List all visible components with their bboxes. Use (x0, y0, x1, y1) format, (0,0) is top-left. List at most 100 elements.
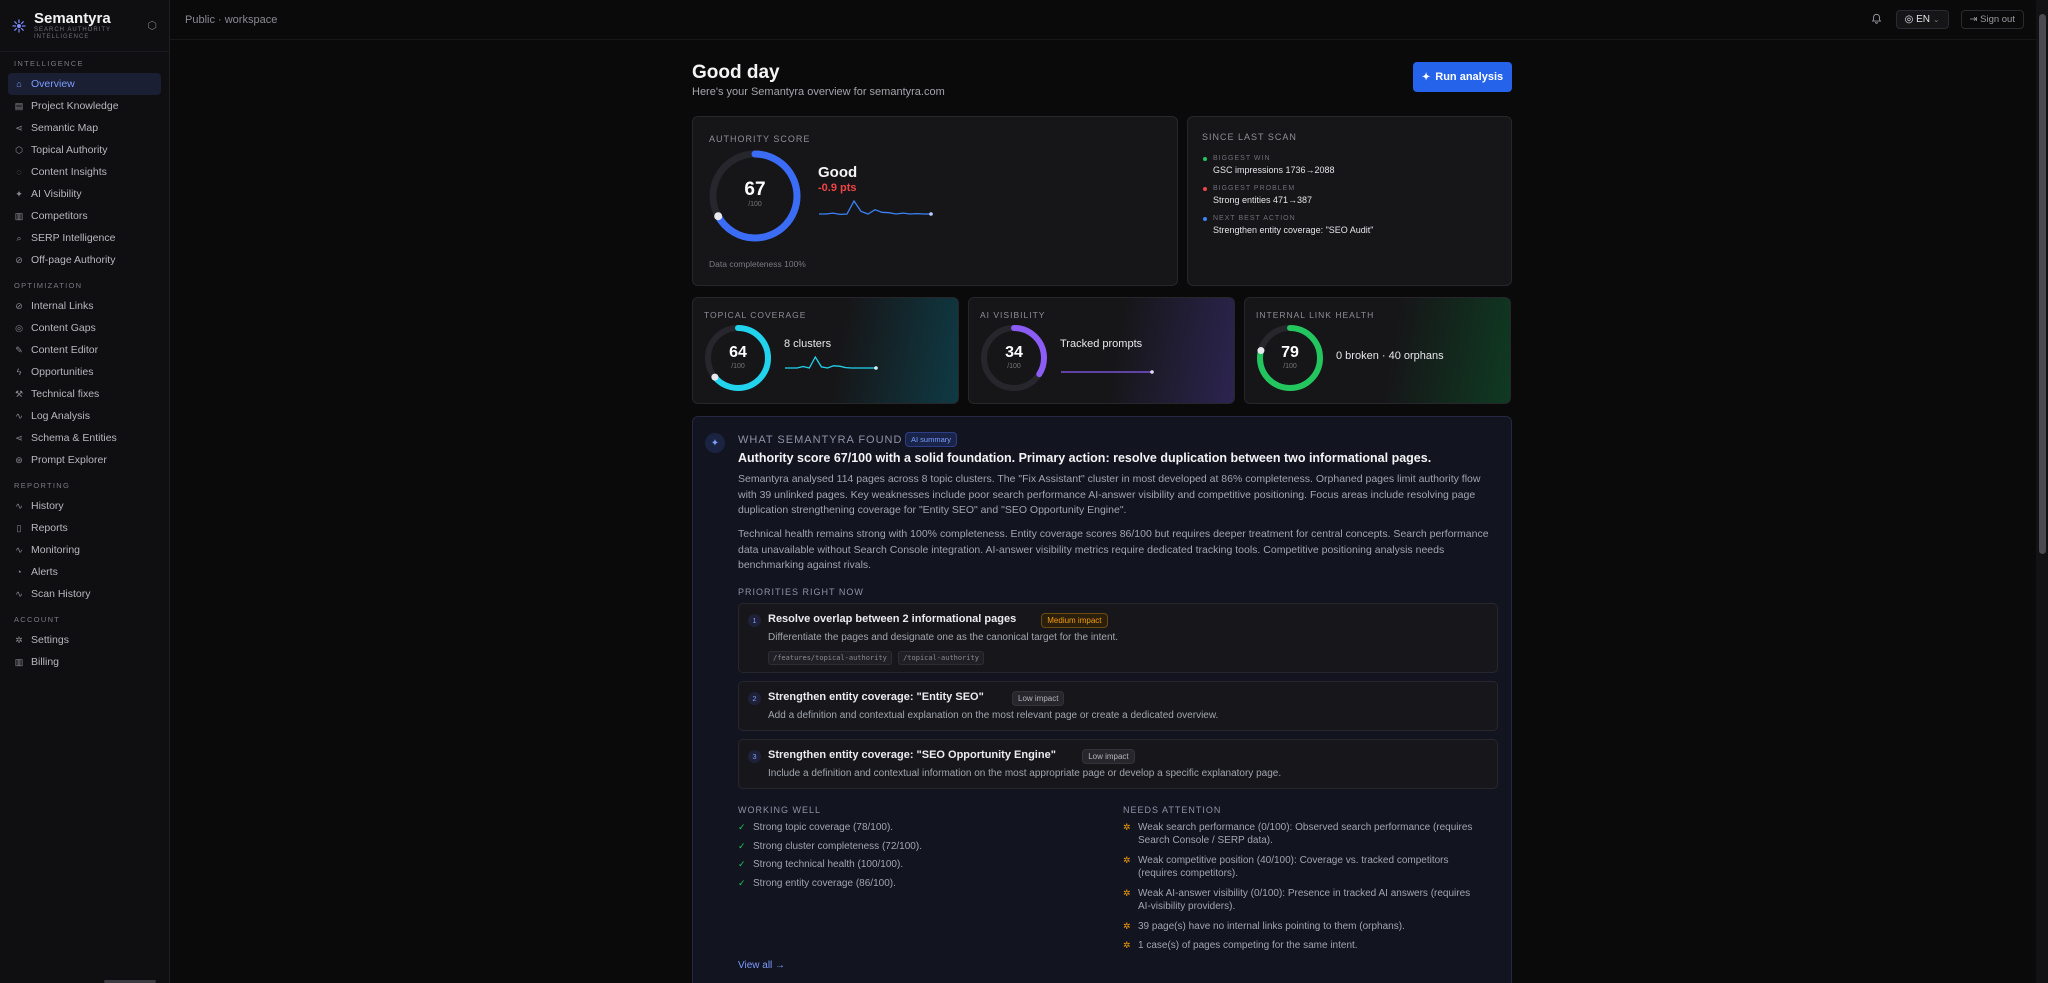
sidebar-nav: INTELLIGENCE ⌂ Overview ▤ Project Knowledge ⋖… (0, 59, 169, 673)
priority-number: 1 (748, 614, 761, 627)
sparkle-icon: ✦ (15, 188, 23, 199)
topical-coverage-max: /100 (731, 363, 745, 370)
since-item-value: Strengthen entity coverage: "SEO Audit" (1213, 225, 1374, 235)
nav-section-label: INTELLIGENCE (14, 59, 84, 68)
sidebar-item-reports[interactable]: ▯ Reports (8, 517, 161, 539)
sidebar-item-semantic-map[interactable]: ⋖ Semantic Map (8, 117, 161, 139)
sidebar-item-history[interactable]: ∿ History (8, 495, 161, 517)
working-well-item: ✓ Strong technical health (100/100). (738, 858, 1098, 871)
page-scrollbar[interactable] (2036, 0, 2048, 983)
sidebar-item-technical-fixes[interactable]: ⚒ Technical fixes (8, 383, 161, 405)
bell-icon: ◔ (16, 567, 22, 577)
sidebar-item-serp-intelligence[interactable]: ⌕ SERP Intelligence (8, 227, 161, 249)
warning-icon: ✲ (1123, 940, 1131, 950)
ai-summary-badge: AI summary (905, 432, 958, 447)
needs-attention-text: 1 case(s) of pages competing for the sam… (1138, 940, 1358, 951)
workspace-label[interactable]: Public · workspace (185, 14, 277, 26)
brand-subtitle-2: INTELLIGENCE (34, 34, 90, 40)
found-paragraph-2: Technical health remains strong with 100… (738, 528, 1489, 571)
brand[interactable]: Semantyra SEARCH AUTHORITY INTELLIGENCE … (0, 0, 169, 52)
working-well-item: ✓ Strong entity coverage (86/100). (738, 877, 1098, 890)
priority-item[interactable]: 3 Strengthen entity coverage: "SEO Opport… (738, 739, 1498, 789)
sidebar-item-label: Billing (31, 656, 60, 668)
sidebar-item-label: Overview (31, 78, 75, 90)
priority-description: Include a definition and contextual info… (768, 768, 1282, 779)
sidebar-item-monitoring[interactable]: ∿ Monitoring (8, 539, 161, 561)
chevron-down-icon: ⌄ (1932, 15, 1940, 24)
sidebar-item-log-analysis[interactable]: ∿ Log Analysis (8, 405, 161, 427)
priority-number: 2 (748, 692, 761, 705)
sidebar-item-label: Topical Authority (31, 144, 108, 156)
priority-item[interactable]: 2 Strengthen entity coverage: "Entity SEO… (738, 681, 1498, 731)
sidebar-item-opportunities[interactable]: ϟ Opportunities (8, 361, 161, 383)
needs-attention-item: ✲ Weak search performance (0/100): Observ… (1123, 821, 1483, 847)
ai-sparkline (1061, 370, 1154, 374)
sidebar-item-overview[interactable]: ⌂ Overview (8, 73, 161, 95)
check-icon: ✓ (738, 859, 746, 869)
sidebar-item-label: Content Gaps (31, 322, 96, 334)
sidebar-item-content-editor[interactable]: ✎ Content Editor (8, 339, 161, 361)
sidebar-item-label: Semantic Map (31, 122, 99, 134)
run-analysis-label: Run analysis (1435, 71, 1504, 83)
url-chip[interactable]: /features/topical-authority (768, 651, 892, 665)
sidebar-item-label: History (31, 500, 64, 512)
link-icon: ⊘ (15, 300, 23, 311)
internal-link-health-label: INTERNAL LINK HEALTH (1256, 310, 1375, 320)
priority-description: Add a definition and contextual explanat… (768, 710, 1219, 721)
status-dot (1203, 187, 1207, 191)
warning-icon: ✲ (1123, 855, 1131, 865)
priority-number: 3 (748, 750, 761, 763)
shield-icon: ⬡ (15, 144, 23, 155)
sidebar-item-ai-visibility[interactable]: ✦ AI Visibility (8, 183, 161, 205)
sidebar-item-label: SERP Intelligence (31, 232, 116, 244)
url-chip[interactable]: /topical-authority (898, 651, 984, 665)
sidebar-item-internal-links[interactable]: ⊘ Internal Links (8, 295, 161, 317)
sidebar-item-competitors[interactable]: ▥ Competitors (8, 205, 161, 227)
topical-coverage-card[interactable]: TOPICAL COVERAGE 64 /100 8 clusters (692, 297, 959, 404)
ai-visibility-card[interactable]: AI VISIBILITY 34 /100 Tracked prompts (968, 297, 1235, 404)
language-select[interactable]: ◎ EN ⌄ (1895, 10, 1949, 29)
topical-coverage-value: 64 (729, 344, 747, 361)
needs-attention-item: ✲ 39 page(s) have no internal links point… (1123, 920, 1483, 933)
sidebar-item-schema-entities[interactable]: ⋖ Schema & Entities (8, 427, 161, 449)
logout-icon: ⇥ (1969, 14, 1978, 25)
found-section-label: WHAT SEMANTYRA FOUND (738, 434, 903, 446)
sidebar-item-alerts[interactable]: ◔ Alerts (8, 561, 161, 583)
sidebar-item-prompt-explorer[interactable]: ⊛ Prompt Explorer (8, 449, 161, 471)
since-item-key: NEXT BEST ACTION (1213, 215, 1296, 222)
pulse-icon: ∿ (15, 410, 23, 421)
priority-item[interactable]: 1 Resolve overlap between 2 informational… (738, 603, 1498, 673)
pulse-icon: ∿ (15, 500, 23, 511)
view-all-link[interactable]: View all → (738, 960, 785, 971)
warning-icon: ✲ (1123, 921, 1131, 931)
page-title: Good day (692, 62, 780, 83)
sidebar-item-settings[interactable]: ✲ Settings (8, 629, 161, 651)
sidebar-item-project-knowledge[interactable]: ▤ Project Knowledge (8, 95, 161, 117)
run-analysis-button[interactable]: ✦ Run analysis (1413, 62, 1512, 92)
authority-score-card[interactable]: AUTHORITY SCORE 67 /100 Good -0.9 pts Da… (692, 116, 1178, 286)
working-well-item: ✓ Strong topic coverage (78/100). (738, 821, 1098, 834)
sidebar-item-content-insights[interactable]: ◌ Content Insights (8, 161, 161, 183)
collapse-sidebar-icon[interactable]: ⬡ (147, 19, 157, 32)
authority-score-max: /100 (748, 201, 762, 208)
sidebar-item-label: Internal Links (31, 300, 94, 312)
sidebar-item-content-gaps[interactable]: ◎ Content Gaps (8, 317, 161, 339)
nav-section-label: REPORTING (14, 481, 71, 490)
sidebar-item-scan-history[interactable]: ∿ Scan History (8, 583, 161, 605)
link-icon: ⊘ (15, 254, 23, 265)
since-last-scan-card[interactable]: SINCE LAST SCAN BIGGEST WIN GSC impressio… (1187, 116, 1512, 286)
authority-sparkline (819, 199, 933, 216)
pulse-icon: ∿ (15, 544, 23, 555)
sidebar-item-billing[interactable]: ▥ Billing (8, 651, 161, 673)
sidebar-item-topical-authority[interactable]: ⬡ Topical Authority (8, 139, 161, 161)
nav-section-label: OPTIMIZATION (14, 281, 83, 290)
internal-link-health-card[interactable]: INTERNAL LINK HEALTH 79 /100 0 broken · … (1244, 297, 1511, 404)
since-item-value: GSC impressions 1736→2088 (1213, 165, 1335, 175)
topical-coverage-text: 8 clusters (784, 338, 832, 350)
bell-icon[interactable] (1871, 13, 1882, 27)
page-scrollbar-thumb[interactable] (2039, 14, 2046, 554)
sidebar-item-label: Monitoring (31, 544, 81, 556)
sidebar-item-off-page-authority[interactable]: ⊘ Off-page Authority (8, 249, 161, 271)
signout-button[interactable]: ⇥ Sign out (1960, 10, 2024, 29)
ai-visibility-gauge: 34 /100 (979, 323, 1049, 393)
